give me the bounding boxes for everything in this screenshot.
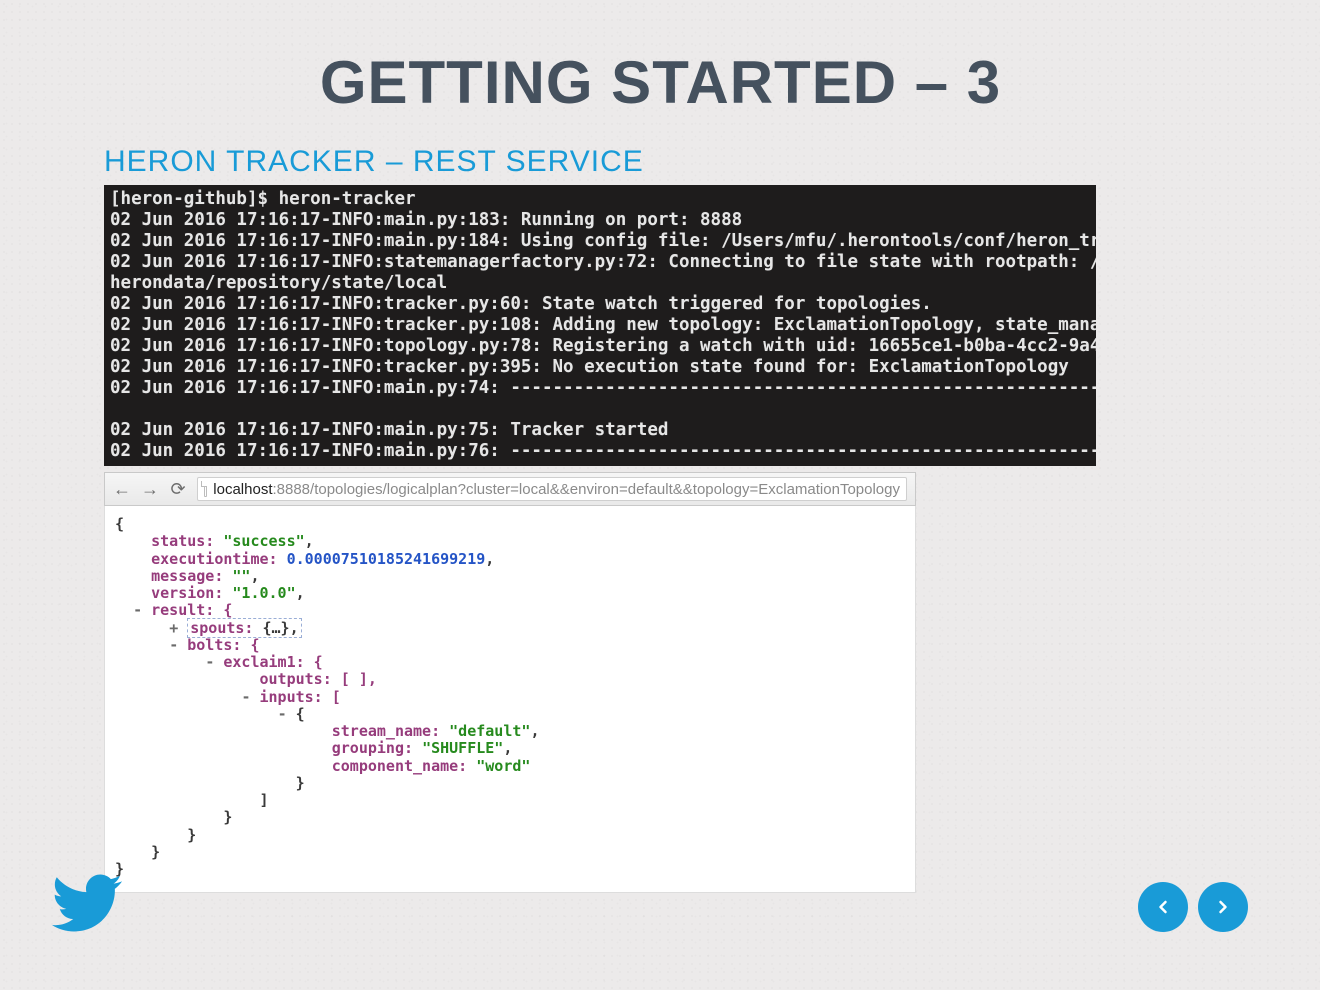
- page-icon: [204, 481, 207, 497]
- reload-icon[interactable]: ⟳: [169, 480, 187, 498]
- json-val-message: "": [232, 567, 250, 585]
- json-key-status: status:: [151, 532, 214, 550]
- browser-preview: ← → ⟳ localhost:8888/topologies/logicalp…: [104, 472, 916, 893]
- json-val-status: "success": [223, 532, 304, 550]
- json-key-spouts[interactable]: spouts:: [190, 619, 262, 637]
- json-val-spouts: {…}: [263, 619, 290, 637]
- back-icon[interactable]: ←: [113, 480, 131, 498]
- json-key-grouping: grouping:: [332, 739, 422, 757]
- title-text: GETTING STARTED –: [320, 49, 967, 116]
- twitter-bird-icon: [44, 868, 130, 938]
- json-val-version: "1.0.0": [232, 584, 295, 602]
- json-key-component: component_name:: [332, 757, 477, 775]
- json-key-outputs: outputs: [ ],: [260, 670, 377, 688]
- json-key-message: message:: [151, 567, 223, 585]
- slide: GETTING STARTED – 3 HERON TRACKER – REST…: [0, 0, 1320, 990]
- prev-slide-button[interactable]: [1138, 882, 1188, 932]
- next-slide-button[interactable]: [1198, 882, 1248, 932]
- browser-toolbar: ← → ⟳ localhost:8888/topologies/logicalp…: [104, 472, 916, 506]
- terminal-output: [heron-github]$ heron-tracker 02 Jun 201…: [104, 185, 1096, 466]
- json-key-result: result: {: [151, 601, 232, 619]
- json-key-inputs: inputs: [: [260, 688, 341, 706]
- json-val-component: "word": [476, 757, 530, 775]
- forward-icon[interactable]: →: [141, 480, 159, 498]
- json-key-stream: stream_name:: [332, 722, 449, 740]
- page-title: GETTING STARTED – 3: [104, 48, 1216, 117]
- url-host: localhost: [213, 481, 272, 498]
- subtitle: HERON TRACKER – REST SERVICE: [104, 145, 1216, 179]
- json-val-executiontime: 0.00007510185241699219: [287, 550, 486, 568]
- url-path: :8888/topologies/logicalplan?cluster=loc…: [272, 481, 900, 498]
- json-key-exclaim1: exclaim1: {: [223, 653, 322, 671]
- json-val-stream: "default": [449, 722, 530, 740]
- title-number: 3: [967, 49, 1000, 116]
- json-key-bolts: bolts: {: [187, 636, 259, 654]
- json-response: { status: "success", executiontime: 0.00…: [104, 506, 916, 893]
- json-key-version: version:: [151, 584, 223, 602]
- address-bar[interactable]: localhost:8888/topologies/logicalplan?cl…: [197, 477, 907, 501]
- json-key-executiontime: executiontime:: [151, 550, 277, 568]
- json-val-grouping: "SHUFFLE": [422, 739, 503, 757]
